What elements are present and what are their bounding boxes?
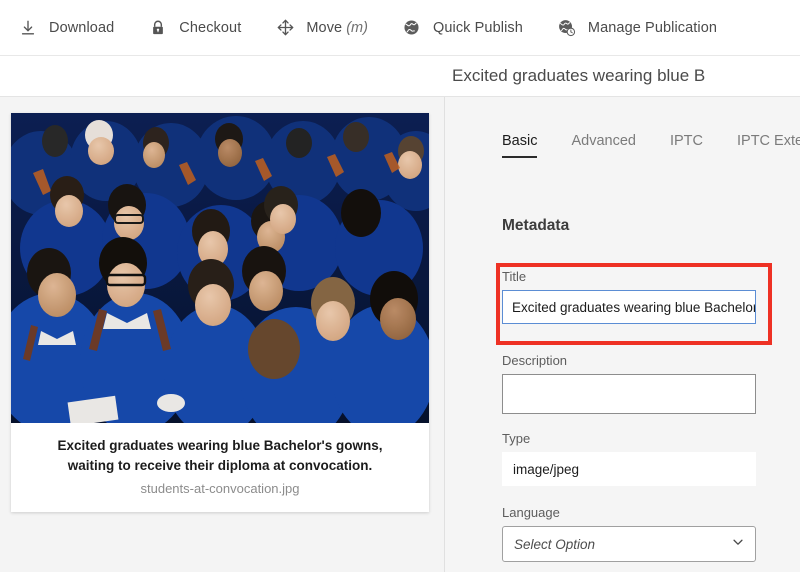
move-icon	[275, 18, 295, 38]
tab-basic[interactable]: Basic	[502, 133, 538, 158]
asset-preview-pane: Excited graduates wearing blue Bachelor'…	[0, 97, 445, 572]
manage-publication-button[interactable]: Manage Publication	[557, 18, 717, 38]
toolbar: Download Checkout Move (m) Quick Publish	[0, 0, 800, 56]
title-field: Title Excited graduates wearing blue Bac…	[502, 269, 776, 324]
description-input[interactable]	[502, 374, 756, 414]
checkout-label: Checkout	[179, 19, 242, 36]
asset-caption-area: Excited graduates wearing blue Bachelor'…	[11, 423, 429, 512]
asset-caption: Excited graduates wearing blue Bachelor'…	[57, 438, 383, 473]
asset-filename: students-at-convocation.jpg	[140, 481, 300, 497]
description-field: Description	[502, 353, 776, 419]
asset-card[interactable]: Excited graduates wearing blue Bachelor'…	[11, 113, 429, 513]
language-label: Language	[502, 505, 560, 520]
metadata-section-title: Metadata	[502, 217, 570, 234]
globe-icon	[402, 18, 422, 38]
tab-advanced-label: Advanced	[571, 133, 636, 149]
metadata-tabs: Basic Advanced IPTC IPTC Exten	[502, 133, 800, 158]
download-label: Download	[49, 19, 115, 36]
quick-publish-button[interactable]: Quick Publish	[402, 18, 523, 38]
language-select-placeholder: Select Option	[514, 536, 596, 552]
download-button[interactable]: Download	[18, 18, 114, 38]
quick-publish-label: Quick Publish	[432, 19, 523, 36]
tab-iptc-label: IPTC	[669, 133, 703, 149]
tab-iptc-extension[interactable]: IPTC Exten	[737, 133, 800, 158]
language-field: Language Select Option	[502, 505, 776, 562]
header-bar: Excited graduates wearing blue B	[0, 56, 800, 97]
checkout-button[interactable]: Checkout	[148, 18, 241, 38]
type-field: Type image/jpeg	[502, 431, 776, 486]
globe-clock-icon	[557, 18, 577, 38]
move-label: Move	[306, 19, 343, 36]
description-label: Description	[502, 353, 568, 368]
title-label: Title	[502, 269, 527, 284]
asset-image	[11, 113, 429, 423]
content-area: Excited graduates wearing blue Bachelor'…	[0, 97, 800, 572]
move-button[interactable]: Move (m)	[275, 18, 368, 38]
language-select[interactable]: Select Option	[502, 526, 756, 562]
metadata-pane: Basic Advanced IPTC IPTC Exten Metadata …	[446, 97, 800, 572]
page-title: Excited graduates wearing blue B	[452, 66, 706, 85]
lock-icon	[148, 18, 168, 38]
tab-basic-label: Basic	[502, 133, 538, 149]
tab-iptc-extension-label: IPTC Exten	[737, 133, 800, 149]
title-input[interactable]: Excited graduates wearing blue Bachelor'	[502, 290, 756, 324]
type-label: Type	[502, 431, 531, 446]
move-shortcut: (m)	[346, 19, 368, 36]
tab-iptc[interactable]: IPTC	[670, 133, 703, 158]
title-input-value: Excited graduates wearing blue Bachelor'	[512, 299, 756, 315]
chevron-down-icon	[731, 535, 745, 554]
download-icon	[18, 18, 38, 38]
type-value: image/jpeg	[502, 452, 756, 486]
tab-advanced[interactable]: Advanced	[571, 133, 636, 158]
manage-publication-label: Manage Publication	[587, 19, 718, 36]
